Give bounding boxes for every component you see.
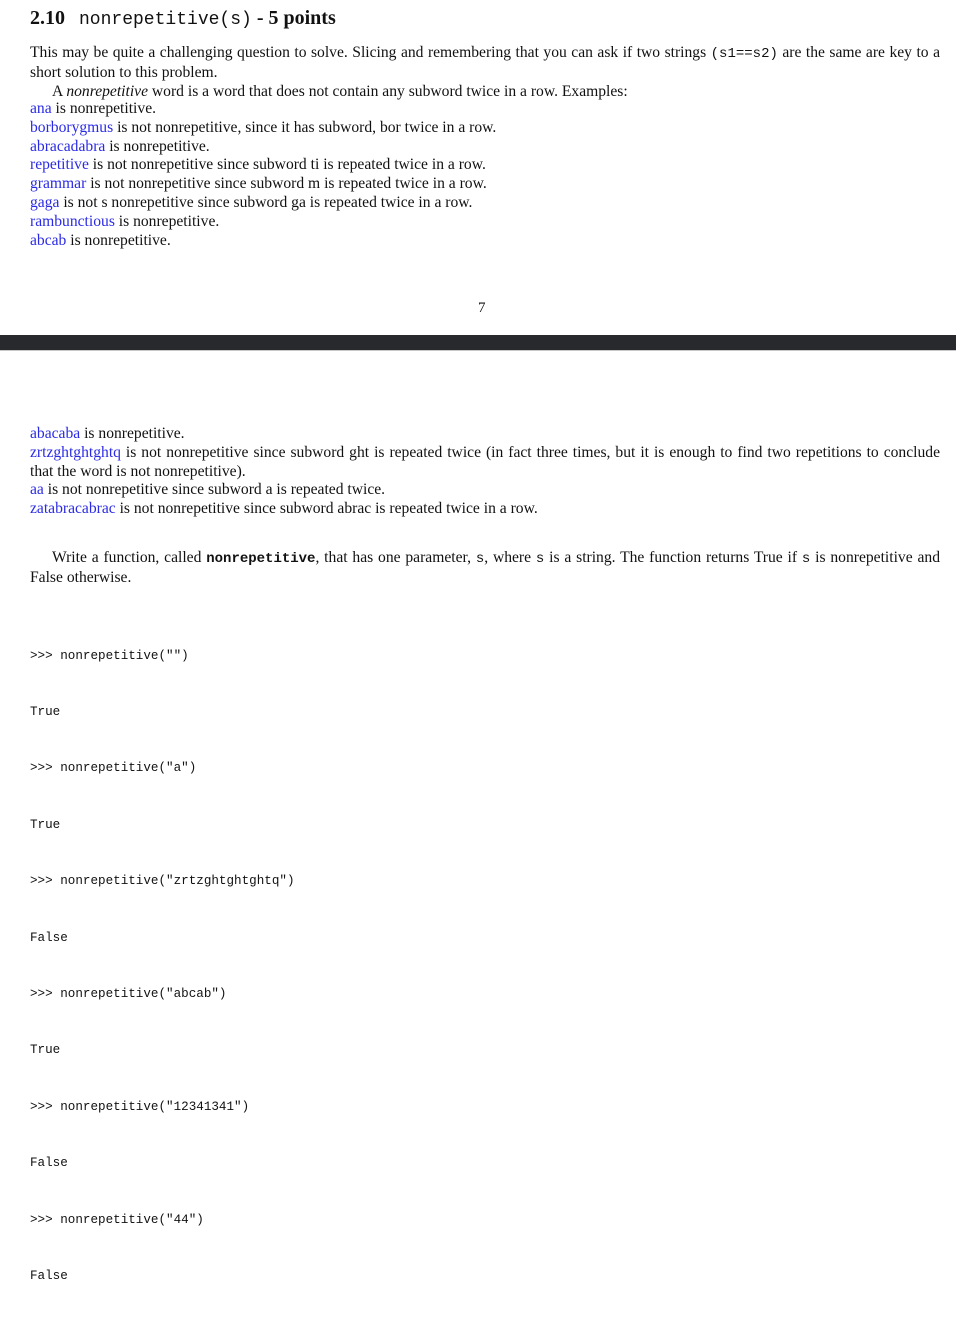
- example-text: is not nonrepetitive since subword m is …: [86, 175, 487, 193]
- example-text: is not s nonrepetitive since subword ga …: [59, 193, 473, 211]
- example-text: is not nonrepetitive since subword abrac…: [115, 500, 538, 518]
- example-item: grammar is not nonrepetitive since subwo…: [30, 175, 940, 194]
- section-heading: 2.10 nonrepetitive(s) - 5 points: [30, 6, 336, 32]
- example-item: gaga is not s nonrepetitive since subwor…: [30, 194, 940, 213]
- example-text: is nonrepetitive.: [80, 425, 185, 442]
- doctest-block: >>> nonrepetitive("") True >>> nonrepeti…: [30, 609, 295, 1323]
- example-item: abcab is nonrepetitive.: [30, 232, 940, 251]
- example-text: is nonrepetitive.: [114, 212, 220, 230]
- doctest-result: True: [30, 704, 61, 719]
- doctest-call: >>> nonrepetitive(""): [30, 648, 189, 663]
- example-item: abracadabra is nonrepetitive.: [30, 138, 940, 157]
- example-text: is nonrepetitive.: [51, 100, 157, 117]
- example-text: is not nonrepetitive since subword ght i…: [30, 443, 940, 480]
- example-word-link[interactable]: aa: [30, 481, 44, 498]
- page-separator: [0, 335, 956, 351]
- task-param: s: [475, 551, 485, 567]
- doctest-result: True: [30, 817, 61, 832]
- task-text-4: is a string. The function returns True i…: [544, 549, 802, 566]
- example-item: borborygmus is not nonrepetitive, since …: [30, 119, 940, 138]
- example-item: zatabracabrac is not nonrepetitive since…: [30, 500, 940, 519]
- example-item: abacaba is nonrepetitive.: [30, 425, 940, 444]
- task-function-name: nonrepetitive: [206, 551, 316, 567]
- section-number: 2.10: [30, 7, 65, 29]
- example-item: rambunctious is nonrepetitive.: [30, 213, 940, 232]
- example-item: aa is not nonrepetitive since subword a …: [30, 481, 940, 500]
- example-word-link[interactable]: repetitive: [30, 156, 89, 173]
- example-word-link[interactable]: zrtzghtghtghtq: [30, 444, 121, 461]
- intro-text-1: This may be quite a challenging question…: [30, 44, 711, 61]
- doctest-result: True: [30, 1043, 61, 1058]
- doctest-call: >>> nonrepetitive("abcab"): [30, 986, 227, 1001]
- doctest-call: >>> nonrepetitive("zrtzghtghtghtq"): [30, 874, 295, 889]
- intro-paragraph: This may be quite a challenging question…: [30, 44, 940, 101]
- definition-line: A nonrepetitive word is a word that does…: [30, 83, 940, 102]
- example-item: repetitive is not nonrepetitive since su…: [30, 156, 940, 175]
- intro-code: (s1==s2): [710, 46, 778, 62]
- doctest-call: >>> nonrepetitive("12341341"): [30, 1099, 250, 1114]
- example-word-link[interactable]: abracadabra: [30, 138, 105, 155]
- definition-suffix: word is a word that does not contain any…: [148, 82, 628, 100]
- doctest-result: False: [30, 1156, 68, 1171]
- doctest-call: >>> nonrepetitive("44"): [30, 1212, 204, 1227]
- section-function-signature: nonrepetitive(s): [79, 10, 252, 30]
- task-paragraph: Write a function, called nonrepetitive, …: [30, 549, 940, 588]
- example-text: is not nonrepetitive since subword ti is…: [88, 156, 486, 174]
- definition-term: nonrepetitive: [66, 82, 149, 100]
- page-number: 7: [478, 300, 486, 316]
- example-word-link[interactable]: zatabracabrac: [30, 500, 116, 517]
- section-points: - 5 points: [251, 7, 336, 29]
- example-text: is nonrepetitive.: [105, 137, 210, 155]
- example-item: ana is nonrepetitive.: [30, 100, 940, 119]
- task-text-2: , that has one parameter,: [315, 549, 476, 566]
- document-page-7: 2.10 nonrepetitive(s) - 5 points This may…: [0, 0, 956, 336]
- doctest-call: >>> nonrepetitive("a"): [30, 761, 197, 776]
- task-text-1: Write a function, called: [52, 549, 207, 566]
- example-text: is nonrepetitive.: [66, 231, 171, 249]
- example-text: is not nonrepetitive since subword a is …: [43, 481, 386, 499]
- doctest-result: False: [30, 1268, 68, 1283]
- examples-list-page7: ana is nonrepetitive. borborygmus is not…: [30, 100, 940, 250]
- example-word-link[interactable]: abcab: [30, 232, 66, 249]
- example-item: zrtzghtghtghtq is not nonrepetitive sinc…: [30, 444, 940, 482]
- examples-list-page8: abacaba is nonrepetitive. zrtzghtghtghtq…: [30, 425, 940, 519]
- example-text: is not nonrepetitive, since it has subwo…: [113, 118, 497, 136]
- example-word-link[interactable]: rambunctious: [30, 213, 115, 230]
- example-word-link[interactable]: abacaba: [30, 425, 80, 442]
- example-word-link[interactable]: ana: [30, 100, 52, 117]
- doctest-result: False: [30, 930, 68, 945]
- example-word-link[interactable]: borborygmus: [30, 119, 113, 136]
- task-text-3: , where: [484, 549, 536, 566]
- document-page-8: abacaba is nonrepetitive. zrtzghtghtghtq…: [0, 351, 956, 1283]
- example-word-link[interactable]: gaga: [30, 194, 59, 211]
- example-word-link[interactable]: grammar: [30, 175, 86, 192]
- definition-prefix: A: [52, 82, 67, 100]
